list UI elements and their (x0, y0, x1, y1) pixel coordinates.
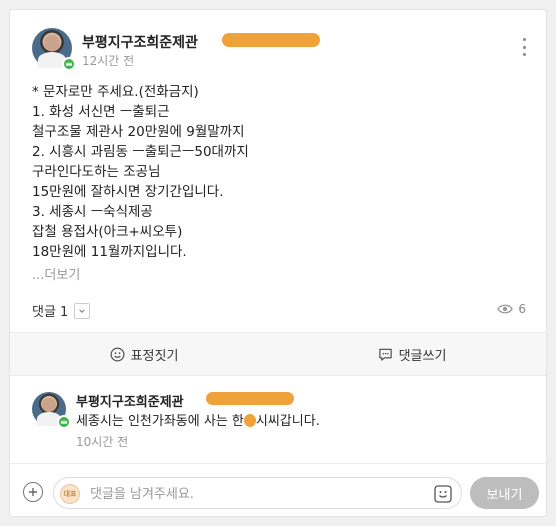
write-comment-label: 댓글쓰기 (398, 348, 447, 364)
redacted-char-mark (243, 414, 256, 427)
post-line: * 문자로만 주세요.(전화금지) (32, 84, 199, 100)
comment-input-box[interactable]: 대표 (53, 477, 462, 509)
post-line: 18만원에 11월까지입니다. (32, 244, 187, 260)
post-card: 부평지구조희준제관 12시간 전 * 문자로만 주세요.(전화금지) 1. 화성… (9, 9, 547, 517)
manager-badge-icon (62, 57, 76, 71)
comment-time: 10시간 전 (76, 435, 129, 449)
eye-icon (497, 304, 514, 314)
post-time: 12시간 전 (82, 54, 135, 68)
post-line: 3. 세종시 ㅡ숙식제공 (32, 204, 153, 220)
comment-count: 댓글 1 (32, 301, 91, 320)
comment-author-name[interactable]: 부평지구조희준제관 (76, 391, 184, 410)
chat-icon (378, 348, 392, 361)
comment-author-avatar[interactable] (32, 392, 71, 429)
redacted-name-mark (206, 392, 294, 405)
post-line: 철구조물 제관사 20만원에 9월말까지 (32, 124, 245, 140)
my-avatar: 대표 (60, 484, 80, 504)
smile-icon (110, 347, 125, 361)
view-count-value: 6 (518, 302, 526, 316)
manager-badge-icon (57, 415, 71, 429)
redacted-name-mark (222, 33, 320, 47)
comment-input[interactable] (90, 483, 420, 505)
post-line: 구라인다도하는 조공님 (32, 164, 161, 180)
post-line: 1. 화성 서신면 ㅡ출퇴근 (32, 104, 170, 120)
comment-text-start: 세종시는 인천가좌동에 사는 한 (76, 414, 244, 429)
react-label: 표정짓기 (130, 348, 179, 364)
chevron-down-icon[interactable] (74, 302, 91, 319)
comment-composer: 대표 보내기 (10, 463, 546, 516)
write-comment-button[interactable]: 댓글쓰기 (278, 333, 546, 375)
post-line: 잡철 용접사(아크+씨오투) (32, 224, 183, 240)
react-button[interactable]: 표정짓기 (10, 333, 278, 375)
post-line: 15만원에 잘하시면 장기간입니다. (32, 184, 224, 200)
view-count: 6 (497, 302, 526, 316)
post-author-name[interactable]: 부평지구조희준제관 (82, 32, 198, 52)
action-bar: 표정짓기 댓글쓰기 (10, 332, 546, 376)
post-line: 2. 시흥시 과림동 ㅡ출퇴근ㅡ50대까지 (32, 144, 249, 160)
author-avatar[interactable] (32, 28, 76, 71)
avatar-face (42, 398, 56, 412)
read-more-link[interactable]: ...더보기 (32, 264, 80, 283)
comment-count-label: 댓글 1 (32, 305, 69, 320)
send-button[interactable]: 보내기 (470, 477, 539, 509)
comment-text-end: 시씨갑니다. (255, 414, 320, 429)
avatar-face (44, 35, 60, 52)
post-body: * 문자로만 주세요.(전화금지) 1. 화성 서신면 ㅡ출퇴근 철구조물 제관… (32, 82, 522, 262)
plus-icon[interactable] (23, 482, 43, 502)
comment-text: 세종시는 인천가좌동에 사는 한 시씨갑니다. (76, 410, 320, 429)
more-options-icon[interactable] (516, 38, 532, 56)
emoji-icon[interactable] (433, 484, 453, 504)
